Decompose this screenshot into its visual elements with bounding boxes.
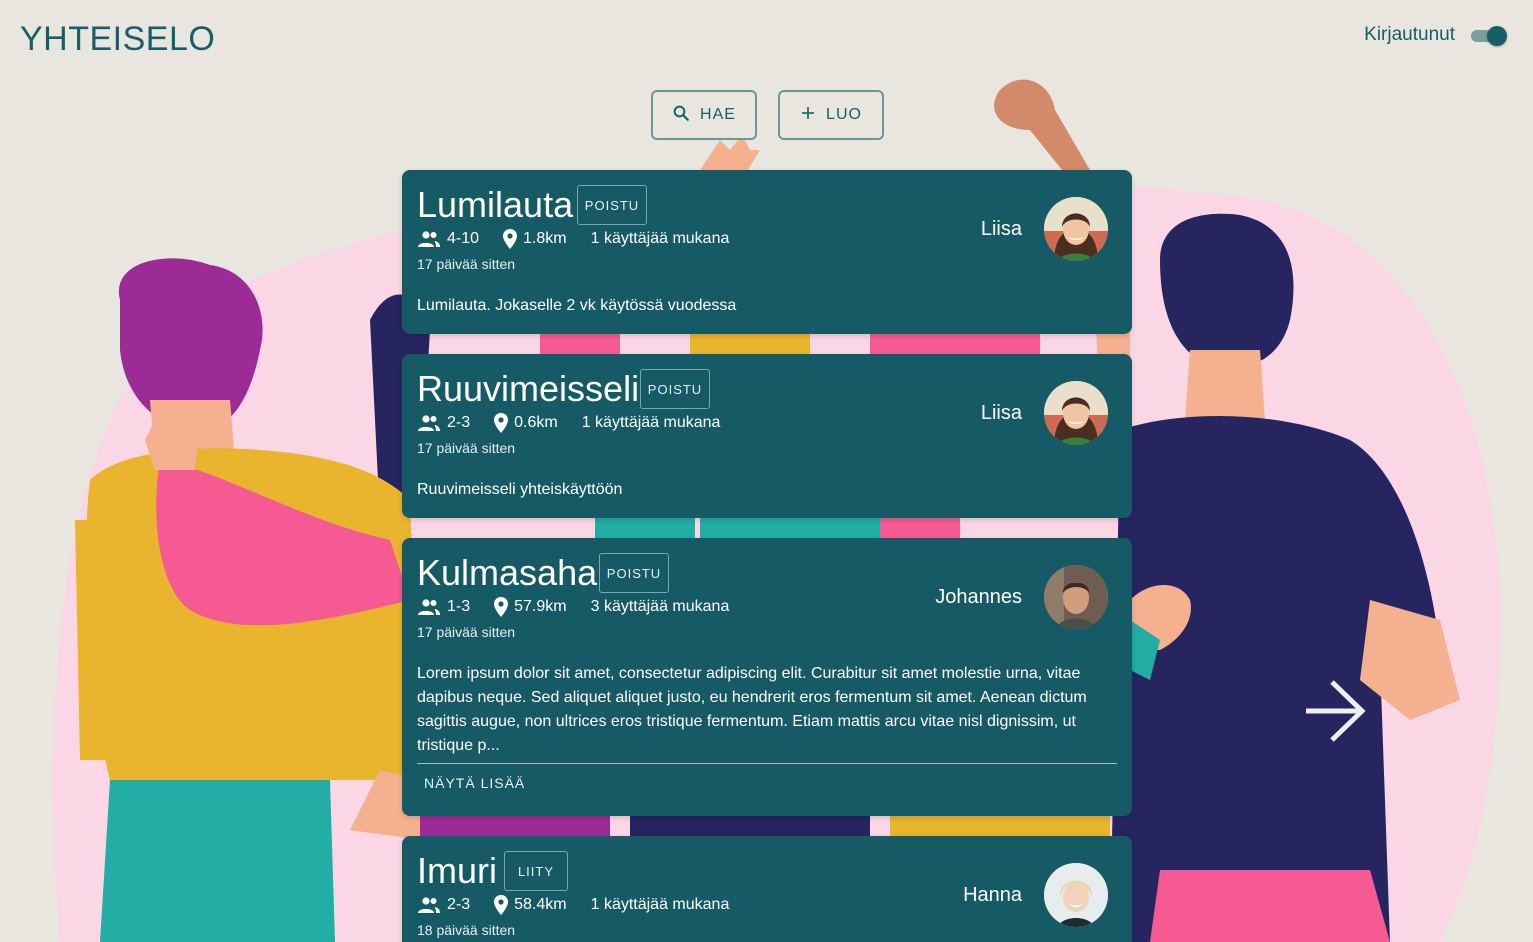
distance: 58.4km — [514, 896, 567, 913]
card-meta: 2-3 58.4km 1 käyttäjää mukana — [417, 895, 729, 915]
distance: 57.9km — [514, 598, 567, 615]
man-short-hair-avatar[interactable] — [1044, 565, 1108, 629]
login-status: Kirjautunut — [1364, 24, 1507, 46]
login-status-label: Kirjautunut — [1364, 24, 1455, 45]
group-icon — [417, 230, 441, 248]
group-card[interactable]: Imuri LIITY 2-3 58.4km 1 käyttäjää mukan… — [402, 836, 1132, 942]
owner-name: Liisa — [980, 402, 1022, 424]
group-card[interactable]: Kulmasaha POISTU 1-3 57.9km 3 käyttäjää … — [402, 538, 1132, 816]
card-title: Imuri — [417, 850, 497, 891]
action-buttons: HAE LUO — [651, 90, 884, 140]
card-description: Lumilauta. Jokaselle 2 vk käytössä vuode… — [417, 297, 737, 314]
card-title: Lumilauta — [417, 184, 574, 225]
top-bar: YHTEISELO Kirjautunut — [0, 0, 1533, 80]
group-card[interactable]: Lumilauta POISTU 4-10 1.8km 1 käyttäjää … — [402, 170, 1132, 334]
group-card[interactable]: Ruuvimeisseli POISTU 2-3 0.6km 1 käyttäj… — [402, 354, 1132, 518]
search-button-label: HAE — [700, 106, 736, 123]
search-button[interactable]: HAE — [651, 90, 757, 140]
owner-name: Liisa — [980, 218, 1022, 240]
group-size: 4-10 — [447, 230, 480, 247]
created-age: 17 päivää sitten — [417, 256, 516, 272]
created-age: 17 päivää sitten — [417, 440, 516, 456]
card-description: Lorem ipsum dolor sit amet, consectetur … — [417, 665, 1087, 754]
arrow-right-icon — [1306, 680, 1366, 742]
card-meta: 1-3 57.9km 3 käyttäjää mukana — [417, 597, 729, 617]
card-divider — [417, 763, 1117, 764]
login-toggle-switch[interactable] — [1469, 24, 1507, 46]
woman-brown-hair-avatar[interactable] — [1044, 197, 1108, 261]
card-meta: 2-3 0.6km 1 käyttäjää mukana — [417, 413, 720, 433]
owner-name: Hanna — [963, 884, 1022, 906]
plus-icon — [800, 105, 816, 126]
leave-button[interactable]: POISTU — [640, 369, 710, 409]
woman-blonde-hair-avatar[interactable] — [1044, 863, 1108, 927]
location-pin-icon — [503, 229, 518, 249]
location-pin-icon — [494, 413, 509, 433]
next-arrow-button[interactable] — [1300, 676, 1370, 746]
owner-name: Johannes — [935, 586, 1022, 608]
created-age: 18 päivää sitten — [417, 922, 516, 938]
group-size: 2-3 — [447, 414, 471, 431]
group-icon — [417, 896, 441, 914]
location-pin-icon — [494, 895, 509, 915]
woman-brown-hair-avatar[interactable] — [1044, 381, 1108, 445]
create-button-label: LUO — [826, 106, 862, 123]
leave-button[interactable]: POISTU — [599, 553, 669, 593]
distance: 0.6km — [514, 414, 558, 431]
create-button[interactable]: LUO — [778, 90, 884, 140]
member-count: 1 käyttäjää mukana — [590, 896, 730, 913]
location-pin-icon — [494, 597, 509, 617]
created-age: 17 päivää sitten — [417, 624, 516, 640]
join-button[interactable]: LIITY — [504, 851, 568, 891]
group-size: 2-3 — [447, 896, 471, 913]
app-logo[interactable]: YHTEISELO — [20, 20, 215, 59]
card-meta: 4-10 1.8km 1 käyttäjää mukana — [417, 229, 729, 249]
card-title: Ruuvimeisseli — [417, 368, 640, 409]
search-icon — [672, 104, 690, 127]
show-more-button[interactable]: NÄYTÄ LISÄÄ — [424, 775, 525, 791]
distance: 1.8km — [523, 230, 567, 247]
member-count: 1 käyttäjää mukana — [590, 230, 730, 247]
group-icon — [417, 414, 441, 432]
leave-button[interactable]: POISTU — [577, 185, 647, 225]
member-count: 3 käyttäjää mukana — [590, 598, 730, 615]
group-icon — [417, 598, 441, 616]
member-count: 1 käyttäjää mukana — [581, 414, 721, 431]
switch-thumb — [1487, 26, 1507, 46]
card-description: Ruuvimeisseli yhteiskäyttöön — [417, 481, 623, 498]
card-title: Kulmasaha — [417, 552, 598, 593]
group-size: 1-3 — [447, 598, 471, 615]
